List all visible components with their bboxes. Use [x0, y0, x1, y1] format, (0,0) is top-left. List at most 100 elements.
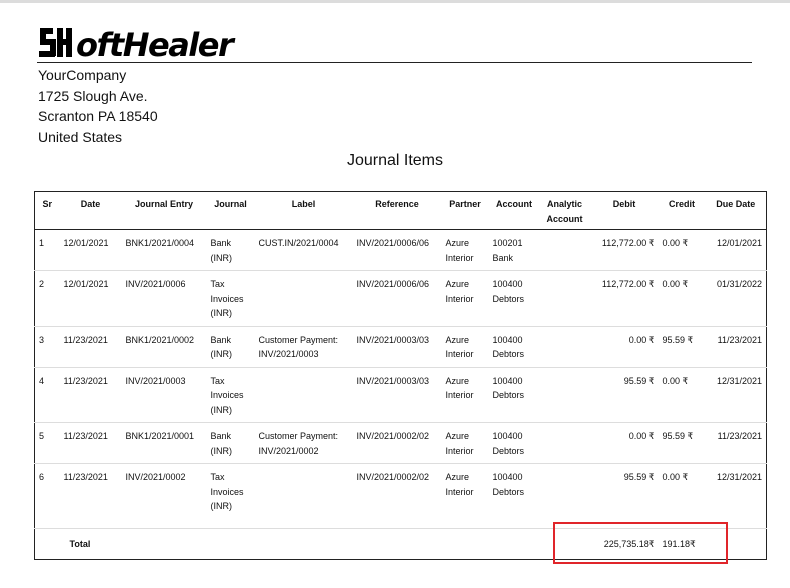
cell-due-date: 11/23/2021 — [717, 334, 762, 345]
company-country: United States — [38, 128, 123, 145]
cell-account: 100400 Debtors — [492, 279, 525, 304]
cell-partner: Azure Interior — [445, 472, 474, 497]
col-header-journal: Journal — [214, 199, 247, 209]
cell-journal: Bank (INR) — [210, 238, 233, 263]
table-row: 6 11/23/2021 INV/2021/0002 Tax Invoices … — [34, 464, 767, 529]
cell-debit: 95.59 ₹ — [623, 375, 655, 386]
table-row: 2 12/01/2021 INV/2021/0006 Tax Invoices … — [34, 271, 767, 327]
cell-journal: Bank (INR) — [210, 334, 233, 360]
cell-debit: 112,772.00 ₹ — [601, 238, 655, 248]
cell-journal-entry: INV/2021/0006 — [125, 279, 186, 289]
top-edge-rule — [0, 0, 790, 3]
cell-date: 11/23/2021 — [63, 375, 108, 386]
cell-account: 100201 Bank — [492, 238, 523, 263]
cell-reference: INV/2021/0003/03 — [356, 375, 430, 386]
col-header-analytic-account: Analytic Account — [546, 199, 583, 224]
cell-account: 100400 Debtors — [492, 431, 525, 456]
cell-debit: 0.00 ₹ — [628, 431, 655, 441]
cell-label: Customer Payment: INV/2021/0003 — [258, 334, 339, 360]
col-header-label: Label — [291, 199, 316, 209]
table-row: 4 11/23/2021 INV/2021/0003 Tax Invoices … — [34, 367, 767, 423]
cell-due-date: 01/31/2022 — [716, 279, 762, 289]
table-row: 3 11/23/2021 BNK1/2021/0002 Bank (INR) C… — [34, 326, 767, 367]
company-city: Scranton PA 18540 — [38, 108, 158, 124]
cell-debit: 0.00 ₹ — [628, 334, 655, 345]
softhealer-logo: oftHealer — [38, 22, 274, 62]
cell-journal-entry: INV/2021/0002 — [125, 472, 186, 482]
cell-due-date: 12/01/2021 — [716, 238, 762, 248]
cell-account: 100400 Debtors — [492, 472, 525, 497]
cell-date: 11/23/2021 — [63, 431, 108, 441]
cell-credit: 0.00 ₹ — [662, 279, 689, 289]
cell-label — [255, 271, 353, 327]
company-name: YourCompany — [38, 67, 127, 83]
cell-partner: Azure Interior — [445, 238, 474, 263]
report-title: Journal Items — [346, 152, 444, 169]
cell-partner: Azure Interior — [445, 375, 474, 401]
cell-reference: INV/2021/0006/06 — [356, 279, 430, 289]
cell-sr: 5 — [39, 431, 45, 441]
cell-reference: INV/2021/0003/03 — [356, 334, 430, 345]
journal-items-table: Sr Date Journal Entry Journal Label Refe… — [34, 191, 767, 560]
cell-debit: 95.59 ₹ — [623, 472, 655, 482]
header-divider — [37, 62, 752, 63]
cell-debit: 112,772.00 ₹ — [601, 279, 655, 289]
cell-sr: 3 — [39, 334, 45, 345]
cell-journal-entry: BNK1/2021/0001 — [125, 431, 195, 441]
col-header-sr: Sr — [42, 199, 52, 209]
table-header-row: Sr Date Journal Entry Journal Label Refe… — [34, 192, 767, 230]
col-header-date: Date — [80, 199, 101, 209]
cell-due-date: 12/31/2021 — [716, 472, 762, 482]
cell-analytic-account — [540, 271, 590, 327]
totals-highlight-box — [553, 522, 728, 564]
cell-journal-entry: INV/2021/0003 — [125, 375, 186, 386]
col-header-reference: Reference — [375, 199, 419, 209]
logo-wordmark: oftHealer — [76, 26, 236, 62]
cell-analytic-account — [540, 326, 590, 367]
cell-partner: Azure Interior — [445, 279, 474, 304]
company-address: YourCompany 1725 Slough Ave. Scranton PA… — [38, 65, 158, 147]
col-header-due-date: Due Date — [716, 199, 756, 209]
cell-journal: Tax Invoices (INR) — [210, 472, 244, 511]
cell-due-date: 12/31/2021 — [716, 375, 762, 386]
cell-reference: INV/2021/0002/02 — [356, 472, 430, 482]
table-row: 1 12/01/2021 BNK1/2021/0004 Bank (INR) C… — [34, 230, 767, 271]
cell-analytic-account — [540, 464, 590, 529]
cell-label — [255, 464, 353, 529]
cell-sr: 4 — [39, 375, 45, 386]
logo-graphic: oftHealer — [39, 26, 237, 62]
cell-label — [255, 367, 353, 423]
cell-journal: Tax Invoices (INR) — [210, 279, 244, 318]
cell-partner: Azure Interior — [445, 431, 474, 456]
cell-date: 11/23/2021 — [63, 334, 108, 345]
cell-journal: Bank (INR) — [210, 431, 233, 456]
cell-sr: 1 — [39, 238, 45, 248]
cell-analytic-account — [540, 230, 590, 271]
cell-credit: 0.00 ₹ — [662, 472, 689, 482]
cell-label: CUST.IN/2021/0004 — [258, 238, 339, 248]
cell-account: 100400 Debtors — [492, 334, 525, 360]
cell-sr: 6 — [39, 472, 45, 482]
cell-label: Customer Payment: INV/2021/0002 — [258, 431, 339, 456]
col-header-debit: Debit — [612, 199, 636, 209]
cell-account: 100400 Debtors — [492, 375, 525, 401]
cell-analytic-account — [540, 423, 590, 464]
col-header-partner: Partner — [449, 199, 481, 209]
cell-journal-entry: BNK1/2021/0004 — [125, 238, 195, 248]
cell-due-date: 11/23/2021 — [717, 431, 762, 441]
cell-sr: 2 — [39, 279, 45, 289]
cell-date: 12/01/2021 — [63, 279, 109, 289]
cell-credit: 0.00 ₹ — [662, 238, 689, 248]
col-header-credit: Credit — [668, 199, 695, 209]
col-header-journal-entry: Journal Entry — [134, 199, 193, 209]
cell-credit: 95.59 ₹ — [662, 431, 694, 441]
col-header-account: Account — [496, 199, 532, 209]
total-label: Total — [69, 538, 91, 549]
cell-credit: 95.59 ₹ — [662, 334, 694, 345]
cell-credit: 0.00 ₹ — [662, 375, 689, 386]
cell-analytic-account — [540, 367, 590, 423]
table-row: 5 11/23/2021 BNK1/2021/0001 Bank (INR) C… — [34, 423, 767, 464]
cell-journal: Tax Invoices (INR) — [210, 375, 244, 415]
cell-reference: INV/2021/0002/02 — [356, 431, 430, 441]
company-street: 1725 Slough Ave. — [38, 87, 148, 104]
